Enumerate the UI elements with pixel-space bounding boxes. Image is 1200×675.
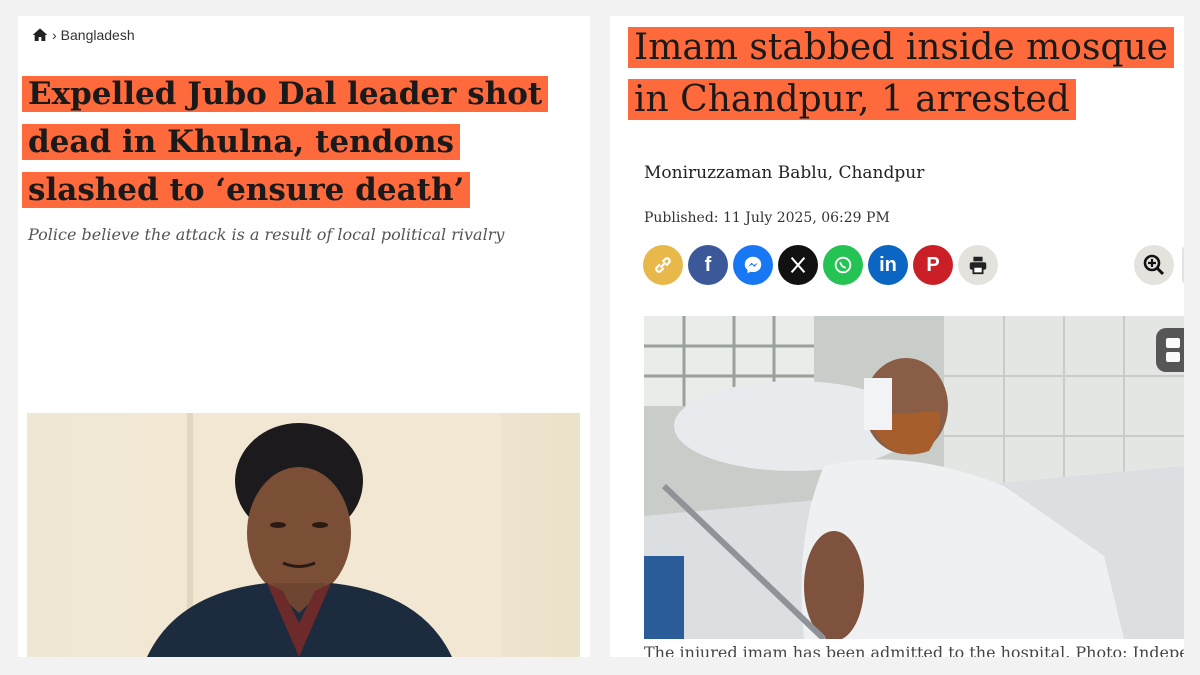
breadcrumb-section[interactable]: Bangladesh bbox=[61, 27, 135, 43]
share-bar: f in P bbox=[643, 245, 998, 285]
facebook-icon[interactable]: f bbox=[688, 245, 728, 285]
headline-right[interactable]: Imam stabbed inside mosque in Chandpur, … bbox=[628, 22, 1184, 126]
print-icon[interactable] bbox=[958, 245, 998, 285]
home-icon[interactable] bbox=[32, 27, 48, 43]
published-date: Published: 11 July 2025, 06:29 PM bbox=[644, 210, 890, 226]
author-byline[interactable]: Moniruzzaman Bablu, Chandpur bbox=[644, 163, 924, 183]
headline-left[interactable]: Expelled Jubo Dal leader shot dead in Kh… bbox=[22, 70, 582, 214]
side-panel-tab[interactable] bbox=[1182, 245, 1184, 285]
photo-caption: The injured imam has been admitted to th… bbox=[644, 643, 1184, 657]
linkedin-icon[interactable]: in bbox=[868, 245, 908, 285]
pinterest-icon[interactable]: P bbox=[913, 245, 953, 285]
article-photo-man bbox=[27, 413, 580, 657]
article-summary: Police believe the attack is a result of… bbox=[28, 225, 505, 244]
chevron-right-icon: › bbox=[52, 27, 57, 43]
messenger-icon[interactable] bbox=[733, 245, 773, 285]
whatsapp-icon[interactable] bbox=[823, 245, 863, 285]
article-photo-hospital bbox=[644, 316, 1184, 639]
right-article-panel: Imam stabbed inside mosque in Chandpur, … bbox=[610, 16, 1184, 657]
x-icon[interactable] bbox=[778, 245, 818, 285]
left-article-panel: › Bangladesh Expelled Jubo Dal leader sh… bbox=[18, 16, 590, 657]
gallery-toggle-icon[interactable] bbox=[1156, 328, 1184, 372]
breadcrumb: › Bangladesh bbox=[32, 27, 135, 43]
link-icon[interactable] bbox=[643, 245, 683, 285]
zoom-in-icon[interactable] bbox=[1134, 245, 1174, 285]
